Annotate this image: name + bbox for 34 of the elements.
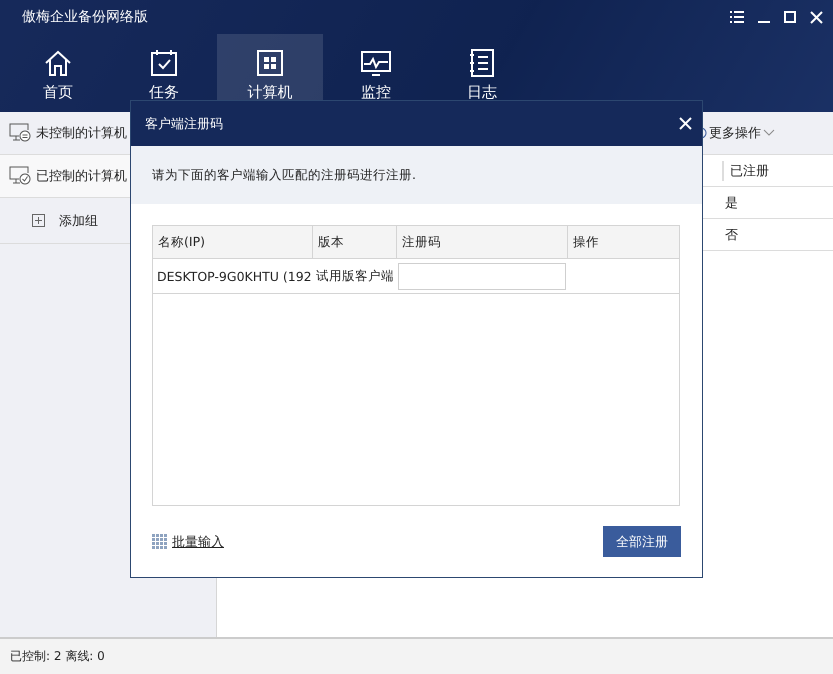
nav-tab-label: 首页 [43,83,73,102]
nav-tab-label: 日志 [467,83,497,102]
computer-icon [8,165,32,187]
table-cell-text: 试用版客户端 [315,266,395,284]
computer-icon [8,122,32,144]
column-header: 版本 [313,226,397,258]
nav-tab[interactable]: 监控 [323,34,429,112]
close-icon[interactable] [679,117,692,130]
column-header: 名称(IP) [153,226,313,258]
column-header: 注册码 [397,226,568,258]
column-header: 已注册 [722,160,769,180]
column-header: 操作 [572,232,600,250]
nav-tab[interactable]: 任务 [111,34,217,112]
nav-tab-label: 计算机 [248,83,292,102]
plus-icon[interactable] [32,214,45,227]
window-grid-icon [254,47,286,79]
nav-tab[interactable]: 日志 [429,34,535,112]
nav-tab-label: 监控 [361,83,391,102]
nav-tab[interactable]: 首页 [5,34,111,112]
menu-icon[interactable] [730,11,744,23]
window-title: 傲梅企业备份网络版 [22,8,148,26]
maximize-icon[interactable] [784,11,796,23]
add-group-label[interactable]: 添加组 [59,212,98,230]
table-cell-text: DESKTOP-9G0KHTU (192 [156,268,313,286]
code-field[interactable] [398,262,566,290]
close-icon[interactable] [810,10,823,24]
grid-icon [152,534,168,550]
status-text: 已控制: 2 离线: 0 [10,648,105,665]
register-all-button[interactable]: 全部注册 [603,526,681,557]
calendar-check-icon [148,47,180,79]
table-cell-text: 否 [724,226,738,244]
chevron-down-icon [763,129,775,137]
nav-tab-label: 任务 [149,83,179,102]
table-cell-text: 是 [724,194,738,212]
